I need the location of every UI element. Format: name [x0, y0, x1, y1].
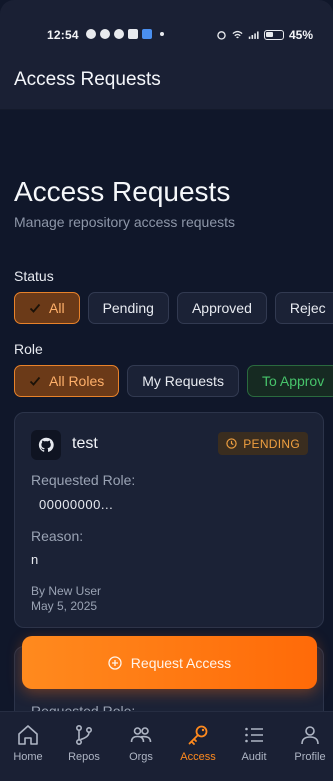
more-dot-icon — [160, 32, 164, 36]
github-icon — [31, 430, 61, 460]
nav-repos[interactable]: Repos — [56, 712, 112, 781]
status-chip-approved[interactable]: Approved — [176, 292, 267, 324]
nav-label: Home — [13, 751, 43, 763]
chip-label: Pending — [102, 300, 154, 316]
page-subtitle: Manage repository access requests — [14, 214, 235, 230]
notification-icons — [86, 29, 164, 39]
role-filter-label: Role — [14, 341, 43, 357]
repo-name: test — [72, 435, 98, 452]
chip-label: My Requests — [142, 373, 224, 389]
home-icon — [18, 725, 38, 745]
request-access-button[interactable]: Request Access — [22, 636, 317, 689]
nav-home[interactable]: Home — [0, 712, 56, 781]
nav-label: Profile — [294, 751, 326, 763]
signal-icon — [248, 31, 259, 39]
status-filter-chips: All Pending Approved Rejec — [14, 292, 333, 324]
git-branch-icon — [76, 724, 93, 745]
status-badge: PENDING — [218, 432, 308, 455]
nav-orgs[interactable]: Orgs — [113, 712, 169, 781]
whatsapp-icon — [114, 29, 124, 39]
facebook-icon — [86, 29, 96, 39]
requested-role-value: 00000000... — [39, 497, 114, 512]
chip-label: Rejec — [289, 300, 326, 316]
alarm-icon — [217, 31, 226, 40]
request-date: May 5, 2025 — [31, 599, 98, 613]
nav-profile[interactable]: Profile — [282, 712, 333, 781]
role-chip-all-roles[interactable]: All Roles — [14, 365, 120, 397]
nav-label: Repos — [68, 751, 100, 763]
system-indicators: 45% — [216, 28, 313, 42]
status-chip-all[interactable]: All — [14, 292, 80, 324]
clock-icon — [226, 438, 237, 449]
lightbulb-icon — [128, 29, 138, 39]
role-filter-chips: All Roles My Requests To Approv — [14, 365, 333, 397]
requested-by: By New User — [31, 584, 102, 598]
battery-percent: 45% — [288, 28, 313, 42]
requested-role-label: Requested Role: — [31, 472, 136, 488]
key-icon — [188, 725, 208, 745]
check-icon — [29, 303, 41, 313]
chip-label: Approved — [191, 300, 252, 316]
chip-label: To Approv — [261, 373, 325, 389]
status-badge-label: PENDING — [243, 436, 300, 451]
nav-label: Audit — [241, 751, 267, 763]
nav-label: Access — [180, 751, 216, 763]
header-title: Access Requests — [14, 69, 161, 90]
list-icon — [245, 727, 263, 743]
main-content[interactable]: Access Requests Manage repository access… — [0, 110, 333, 711]
wifi-icon — [232, 30, 243, 39]
snapchat-icon — [100, 29, 110, 39]
access-request-card[interactable]: test PENDING Requested Role: 00000000...… — [14, 412, 324, 628]
chip-label: All — [49, 300, 65, 316]
requested-role-label: Requested Role: — [31, 703, 136, 711]
users-icon — [130, 727, 152, 743]
reason-value: n — [31, 552, 39, 567]
app-notification-icon — [142, 29, 152, 39]
nav-access[interactable]: Access — [170, 712, 226, 781]
status-filter-label: Status — [14, 268, 54, 284]
request-access-label: Request Access — [130, 654, 232, 671]
app-header: Access Requests — [0, 56, 333, 110]
app-screen: 12:54 45% Access Requests Access Request… — [0, 0, 333, 781]
battery-icon — [263, 30, 284, 40]
role-chip-to-approve[interactable]: To Approv — [246, 365, 333, 397]
status-bar: 12:54 45% — [0, 0, 333, 56]
plus-circle-icon — [108, 655, 122, 670]
status-chip-rejected[interactable]: Rejec — [274, 292, 333, 324]
page-title: Access Requests — [14, 176, 231, 207]
role-chip-my-requests[interactable]: My Requests — [127, 365, 239, 397]
nav-audit[interactable]: Audit — [226, 712, 282, 781]
bottom-navigation: Home Repos Orgs Access Audit Profile — [0, 711, 333, 781]
nav-label: Orgs — [129, 751, 153, 763]
check-icon — [29, 376, 41, 386]
reason-label: Reason: — [31, 528, 84, 544]
status-chip-pending[interactable]: Pending — [87, 292, 169, 324]
user-icon — [301, 726, 319, 745]
status-time: 12:54 — [47, 28, 79, 42]
chip-label: All Roles — [49, 373, 105, 389]
